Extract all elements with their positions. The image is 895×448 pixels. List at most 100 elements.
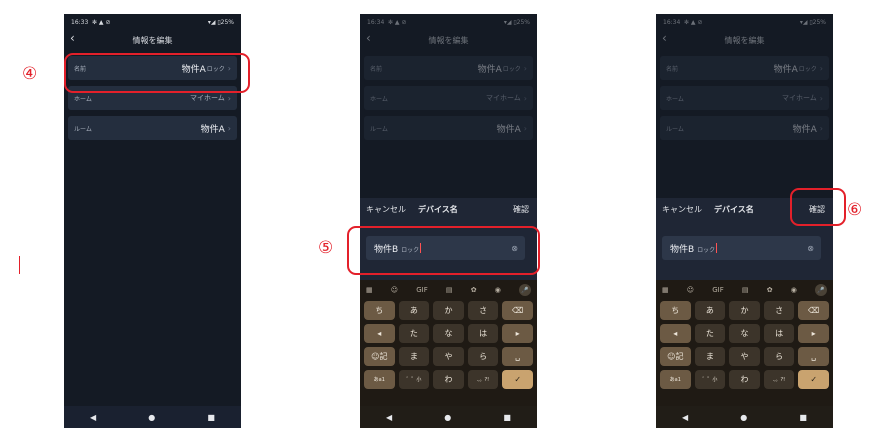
- sticker-icon[interactable]: ☺: [391, 286, 398, 294]
- chevron-right-icon: ›: [523, 93, 527, 103]
- key-na[interactable]: な: [433, 324, 464, 343]
- back-icon[interactable]: ‹: [70, 31, 75, 45]
- key-a[interactable]: あ: [694, 301, 726, 320]
- clipboard-icon[interactable]: ▤: [446, 286, 453, 294]
- step-6-marker: ⑥: [847, 200, 863, 220]
- key-sa[interactable]: さ: [763, 301, 795, 320]
- key-ya[interactable]: や: [729, 347, 760, 366]
- gif-icon[interactable]: GIF: [712, 286, 724, 294]
- room-row[interactable]: ルーム 物件A ›: [660, 116, 829, 140]
- home-label: ホーム: [370, 95, 388, 103]
- sticker-icon[interactable]: ☺: [687, 286, 694, 294]
- step-4-marker: ④: [22, 64, 38, 84]
- palette-icon[interactable]: ◉: [495, 286, 501, 294]
- key-right[interactable]: ▸: [798, 324, 829, 343]
- chevron-right-icon: ›: [227, 93, 231, 103]
- nav-recent-icon[interactable]: ■: [799, 413, 807, 422]
- back-icon[interactable]: ‹: [366, 31, 371, 45]
- key-emoji-symbol[interactable]: ☺記: [364, 347, 395, 366]
- key-ma[interactable]: ま: [398, 347, 430, 366]
- nav-back-icon[interactable]: ◀: [682, 413, 688, 422]
- key-undo[interactable]: ち: [660, 301, 691, 320]
- apps-grid-icon[interactable]: ▦: [366, 286, 373, 294]
- home-value: マイホーム: [486, 94, 521, 102]
- home-value: マイホーム: [782, 94, 817, 102]
- nav-home-icon[interactable]: ●: [444, 413, 451, 422]
- page-title: 情報を編集: [724, 35, 765, 45]
- nav-back-icon[interactable]: ◀: [90, 413, 96, 422]
- keyboard-toolbar: ▦ ☺ GIF ▤ ✿ ◉ 🎤: [364, 283, 533, 297]
- confirm-button[interactable]: 確認: [513, 204, 529, 215]
- key-punctuation[interactable]: 、。?!: [763, 370, 795, 389]
- key-ka[interactable]: か: [729, 301, 760, 320]
- room-row[interactable]: ルーム 物件A ›: [68, 116, 237, 140]
- microphone-icon[interactable]: 🎤: [815, 284, 827, 296]
- room-row[interactable]: ルーム 物件A ›: [364, 116, 533, 140]
- chevron-right-icon: ›: [819, 93, 823, 103]
- key-wa[interactable]: わ: [729, 370, 760, 389]
- key-space[interactable]: ␣: [798, 347, 829, 366]
- key-ra[interactable]: ら: [763, 347, 795, 366]
- microphone-icon[interactable]: 🎤: [519, 284, 531, 296]
- page-title: 情報を編集: [132, 35, 173, 45]
- key-ha[interactable]: は: [763, 324, 795, 343]
- cancel-button[interactable]: キャンセル: [662, 204, 702, 215]
- japanese-keyboard: ▦ ☺ GIF ▤ ✿ ◉ 🎤 ち あ か さ ⌫ ◂ た な は ▸ ☺記 ま…: [656, 280, 833, 406]
- key-ha[interactable]: は: [467, 324, 499, 343]
- clear-icon[interactable]: ⊗: [807, 244, 814, 253]
- settings-icon[interactable]: ✿: [471, 286, 477, 294]
- key-ya[interactable]: や: [433, 347, 464, 366]
- nav-back-icon[interactable]: ◀: [386, 413, 392, 422]
- system-nav-bar: ◀ ● ■: [656, 406, 833, 428]
- home-row[interactable]: ホーム マイホーム ›: [364, 86, 533, 110]
- key-ra[interactable]: ら: [467, 347, 499, 366]
- key-mode[interactable]: あa1: [364, 370, 395, 389]
- nav-home-icon[interactable]: ●: [148, 413, 155, 422]
- home-row[interactable]: ホーム マイホーム ›: [660, 86, 829, 110]
- key-enter[interactable]: ✓: [798, 370, 829, 389]
- key-emoji-symbol[interactable]: ☺記: [660, 347, 691, 366]
- gif-icon[interactable]: GIF: [416, 286, 428, 294]
- device-name-input[interactable]: 物件B ロック ⊗: [662, 236, 821, 260]
- palette-icon[interactable]: ◉: [791, 286, 797, 294]
- key-left[interactable]: ◂: [364, 324, 395, 343]
- nav-recent-icon[interactable]: ■: [207, 413, 215, 422]
- step-4-highlight: [64, 53, 250, 93]
- key-dakuten[interactable]: ゛゜小: [694, 370, 726, 389]
- clipboard-icon[interactable]: ▤: [742, 286, 749, 294]
- key-right[interactable]: ▸: [502, 324, 533, 343]
- page-title: 情報を編集: [428, 35, 469, 45]
- key-mode[interactable]: あa1: [660, 370, 691, 389]
- sheet-title: デバイス名: [714, 204, 754, 214]
- key-dakuten[interactable]: ゛゜小: [398, 370, 430, 389]
- key-ta[interactable]: た: [398, 324, 430, 343]
- cancel-button[interactable]: キャンセル: [366, 204, 406, 215]
- name-row[interactable]: 名前 物件A ロック ›: [364, 56, 533, 80]
- key-ma[interactable]: ま: [694, 347, 726, 366]
- key-backspace[interactable]: ⌫: [798, 301, 829, 320]
- apps-grid-icon[interactable]: ▦: [662, 286, 669, 294]
- key-undo[interactable]: ち: [364, 301, 395, 320]
- status-time: 16:34: [663, 18, 681, 26]
- step-5-marker: ⑤: [318, 238, 334, 258]
- back-icon[interactable]: ‹: [662, 31, 667, 45]
- key-ka[interactable]: か: [433, 301, 464, 320]
- key-a[interactable]: あ: [398, 301, 430, 320]
- key-enter[interactable]: ✓: [502, 370, 533, 389]
- key-space[interactable]: ␣: [502, 347, 533, 366]
- name-row[interactable]: 名前 物件A ロック ›: [660, 56, 829, 80]
- key-ta[interactable]: た: [694, 324, 726, 343]
- key-wa[interactable]: わ: [433, 370, 464, 389]
- nav-home-icon[interactable]: ●: [740, 413, 747, 422]
- japanese-keyboard: ▦ ☺ GIF ▤ ✿ ◉ 🎤 ち あ か さ ⌫ ◂ た な は ▸ ☺記 ま…: [360, 280, 537, 406]
- key-backspace[interactable]: ⌫: [502, 301, 533, 320]
- step-6-highlight: [790, 188, 846, 226]
- name-value-sub: ロック: [502, 65, 521, 73]
- key-left[interactable]: ◂: [660, 324, 691, 343]
- key-punctuation[interactable]: 、。?!: [467, 370, 499, 389]
- settings-icon[interactable]: ✿: [767, 286, 773, 294]
- key-na[interactable]: な: [729, 324, 760, 343]
- key-sa[interactable]: さ: [467, 301, 499, 320]
- room-value: 物件A: [792, 124, 817, 135]
- nav-recent-icon[interactable]: ■: [503, 413, 511, 422]
